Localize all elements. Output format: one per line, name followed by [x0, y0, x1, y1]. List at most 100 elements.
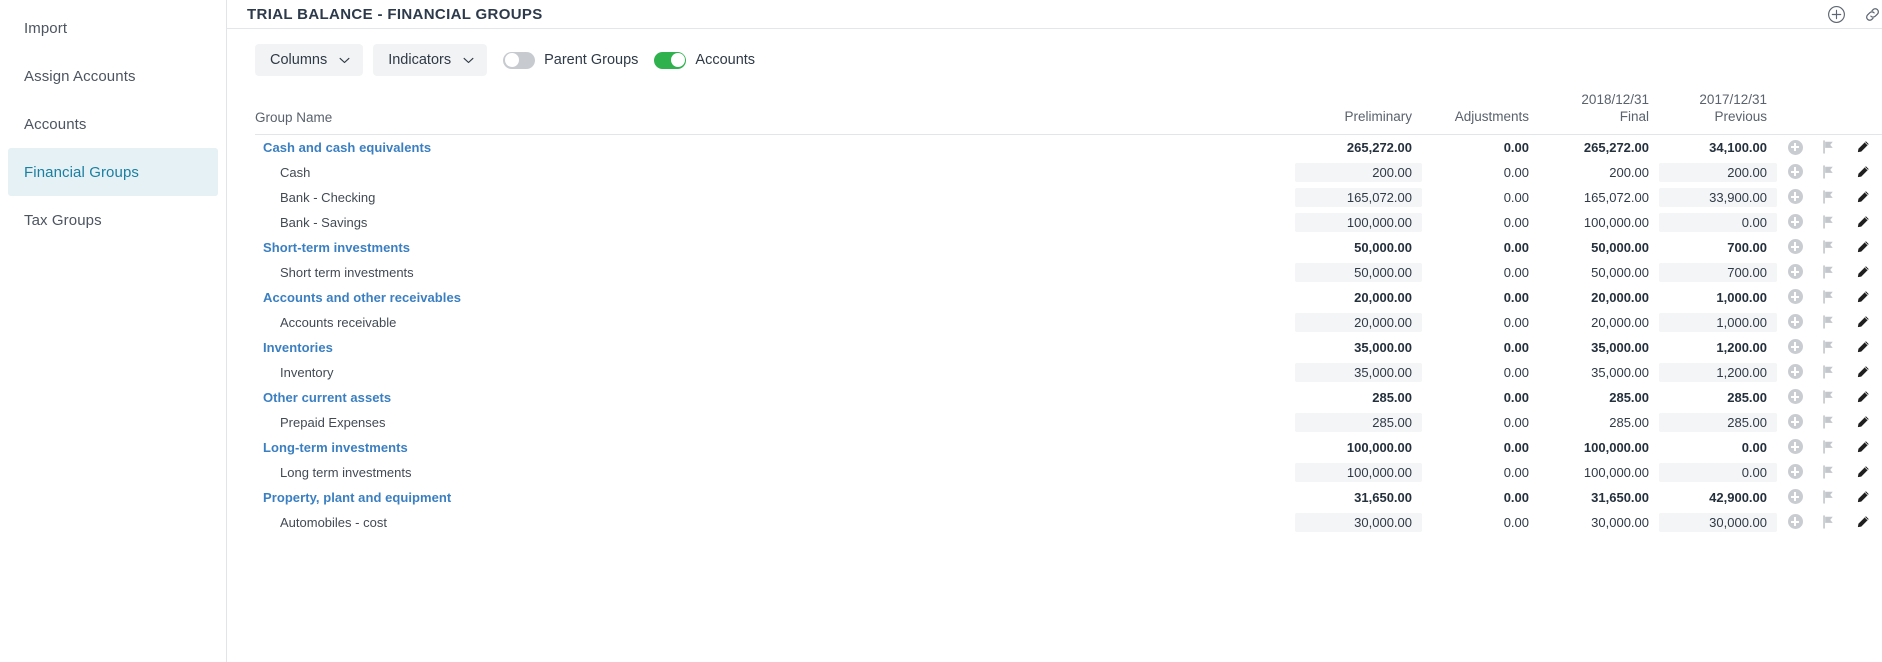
accounts-toggle[interactable]: [654, 51, 687, 69]
column-header-preliminary[interactable]: Preliminary: [1295, 91, 1422, 135]
plus-circle-icon[interactable]: [1787, 514, 1803, 530]
cell-previous[interactable]: 33,900.00: [1659, 185, 1777, 210]
flag-icon[interactable]: [1822, 290, 1835, 304]
table-row-account[interactable]: Short term investments 50,000.00 0.00 50,00…: [255, 260, 1882, 285]
value-input[interactable]: 20,000.00: [1295, 312, 1422, 332]
cell-preliminary[interactable]: 50,000.00: [1295, 260, 1422, 285]
table-row-account[interactable]: Bank - Savings 100,000.00 0.00 100,000.00 0.…: [255, 210, 1882, 235]
table-row-account[interactable]: Long term investments 100,000.00 0.00 100,0…: [255, 460, 1882, 485]
value-input[interactable]: 285.00: [1295, 412, 1422, 432]
pencil-icon[interactable]: [1856, 190, 1870, 204]
pencil-icon[interactable]: [1856, 365, 1870, 379]
plus-circle-icon[interactable]: [1787, 264, 1803, 280]
flag-icon[interactable]: [1822, 215, 1835, 229]
parent-groups-toggle[interactable]: [503, 51, 536, 69]
plus-circle-icon[interactable]: [1787, 464, 1803, 480]
cell-previous[interactable]: 0.00: [1659, 210, 1777, 235]
value-input[interactable]: 30,000.00: [1659, 512, 1777, 532]
value-input[interactable]: 285.00: [1659, 412, 1777, 432]
pencil-icon[interactable]: [1856, 390, 1870, 404]
plus-circle-icon[interactable]: [1787, 439, 1803, 455]
plus-circle-icon[interactable]: [1787, 239, 1803, 255]
flag-icon[interactable]: [1822, 515, 1835, 529]
cell-preliminary[interactable]: 30,000.00: [1295, 510, 1422, 535]
group-name-link[interactable]: Cash and cash equivalents: [255, 140, 431, 155]
columns-dropdown[interactable]: Columns: [255, 44, 364, 76]
value-input[interactable]: 700.00: [1659, 262, 1777, 282]
flag-icon[interactable]: [1822, 365, 1835, 379]
pencil-icon[interactable]: [1856, 290, 1870, 304]
column-header-group-name[interactable]: Group Name: [255, 91, 1295, 135]
cell-preliminary[interactable]: 100,000.00: [1295, 460, 1422, 485]
pencil-icon[interactable]: [1856, 415, 1870, 429]
pencil-icon[interactable]: [1856, 240, 1870, 254]
pencil-icon[interactable]: [1856, 165, 1870, 179]
plus-circle-icon[interactable]: [1787, 364, 1803, 380]
value-input[interactable]: 200.00: [1295, 162, 1422, 182]
pencil-icon[interactable]: [1856, 515, 1870, 529]
plus-circle-icon[interactable]: [1787, 139, 1803, 155]
pencil-icon[interactable]: [1856, 265, 1870, 279]
flag-icon[interactable]: [1822, 390, 1835, 404]
flag-icon[interactable]: [1822, 165, 1835, 179]
value-input[interactable]: 33,900.00: [1659, 187, 1777, 207]
table-row-group[interactable]: Property, plant and equipment 31,650.00 0.…: [255, 485, 1882, 510]
cell-previous[interactable]: 1,200.00: [1659, 360, 1777, 385]
table-row-group[interactable]: Inventories 35,000.00 0.00 35,000.00 1,200.0…: [255, 335, 1882, 360]
plus-circle-icon[interactable]: [1787, 214, 1803, 230]
cell-preliminary[interactable]: 20,000.00: [1295, 310, 1422, 335]
plus-circle-icon[interactable]: [1787, 489, 1803, 505]
group-name-link[interactable]: Inventories: [255, 340, 333, 355]
flag-icon[interactable]: [1822, 240, 1835, 254]
cell-preliminary[interactable]: 200.00: [1295, 160, 1422, 185]
cell-previous[interactable]: 30,000.00: [1659, 510, 1777, 535]
group-name-link[interactable]: Other current assets: [255, 390, 391, 405]
column-header-previous[interactable]: 2017/12/31 Previous: [1659, 91, 1777, 135]
table-row-account[interactable]: Inventory 35,000.00 0.00 35,000.00 1,200.00: [255, 360, 1882, 385]
table-row-account[interactable]: Prepaid Expenses 285.00 0.00 285.00 285.00: [255, 410, 1882, 435]
pencil-icon[interactable]: [1856, 315, 1870, 329]
cell-previous[interactable]: 1,000.00: [1659, 310, 1777, 335]
pencil-icon[interactable]: [1856, 215, 1870, 229]
sidebar-item-tax-groups[interactable]: Tax Groups: [8, 196, 218, 244]
flag-icon[interactable]: [1822, 340, 1835, 354]
link-icon[interactable]: [1863, 5, 1882, 24]
sidebar-item-accounts[interactable]: Accounts: [8, 100, 218, 148]
plus-circle-icon[interactable]: [1787, 389, 1803, 405]
value-input[interactable]: 0.00: [1659, 212, 1777, 232]
plus-circle-icon[interactable]: [1827, 5, 1846, 24]
pencil-icon[interactable]: [1856, 490, 1870, 504]
plus-circle-icon[interactable]: [1787, 414, 1803, 430]
flag-icon[interactable]: [1822, 415, 1835, 429]
value-input[interactable]: 1,000.00: [1659, 312, 1777, 332]
plus-circle-icon[interactable]: [1787, 189, 1803, 205]
table-row-group[interactable]: Cash and cash equivalents 265,272.00 0.00 2…: [255, 135, 1882, 160]
cell-previous[interactable]: 285.00: [1659, 410, 1777, 435]
table-row-group[interactable]: Long-term investments 100,000.00 0.00 100,0…: [255, 435, 1882, 460]
value-input[interactable]: 200.00: [1659, 162, 1777, 182]
pencil-icon[interactable]: [1856, 340, 1870, 354]
table-row-account[interactable]: Bank - Checking 165,072.00 0.00 165,072.00 3…: [255, 185, 1882, 210]
group-name-link[interactable]: Long-term investments: [255, 440, 408, 455]
table-row-account[interactable]: Automobiles - cost 30,000.00 0.00 30,000.00…: [255, 510, 1882, 535]
value-input[interactable]: 100,000.00: [1295, 462, 1422, 482]
sidebar-item-import[interactable]: Import: [8, 4, 218, 52]
pencil-icon[interactable]: [1856, 140, 1870, 154]
flag-icon[interactable]: [1822, 465, 1835, 479]
value-input[interactable]: 1,200.00: [1659, 362, 1777, 382]
flag-icon[interactable]: [1822, 190, 1835, 204]
plus-circle-icon[interactable]: [1787, 164, 1803, 180]
value-input[interactable]: 165,072.00: [1295, 187, 1422, 207]
column-header-adjustments[interactable]: Adjustments: [1422, 91, 1539, 135]
cell-preliminary[interactable]: 100,000.00: [1295, 210, 1422, 235]
group-name-link[interactable]: Accounts and other receivables: [255, 290, 461, 305]
cell-preliminary[interactable]: 285.00: [1295, 410, 1422, 435]
column-header-final[interactable]: 2018/12/31 Final: [1539, 91, 1659, 135]
plus-circle-icon[interactable]: [1787, 339, 1803, 355]
cell-previous[interactable]: 700.00: [1659, 260, 1777, 285]
pencil-icon[interactable]: [1856, 440, 1870, 454]
group-name-link[interactable]: Short-term investments: [255, 240, 410, 255]
table-row-account[interactable]: Cash 200.00 0.00 200.00 200.00: [255, 160, 1882, 185]
flag-icon[interactable]: [1822, 440, 1835, 454]
table-row-group[interactable]: Accounts and other receivables 20,000.00 0…: [255, 285, 1882, 310]
